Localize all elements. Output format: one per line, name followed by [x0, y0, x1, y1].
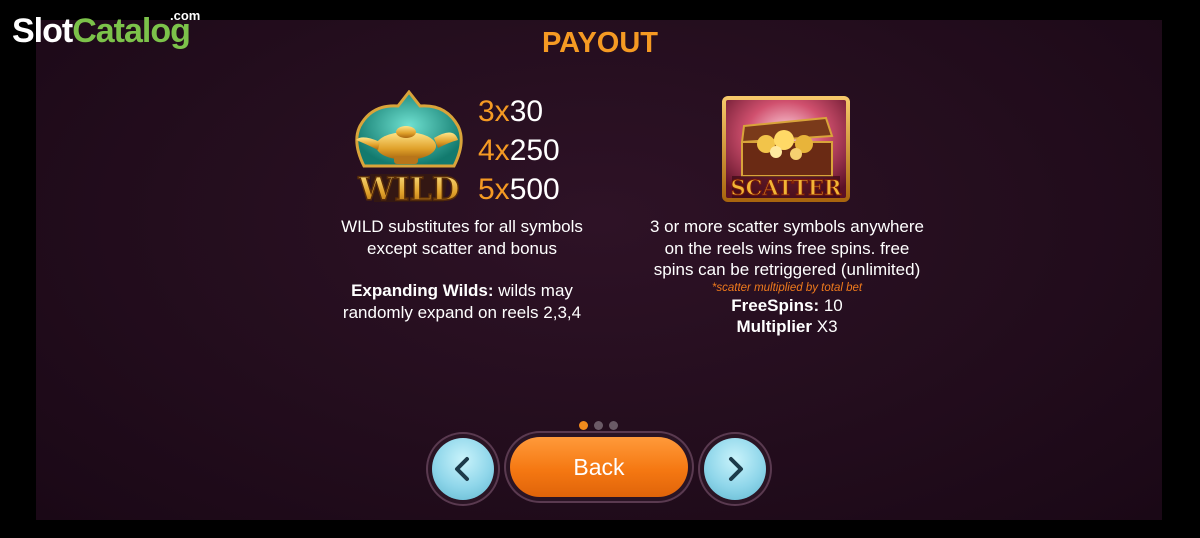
freespins-text: FreeSpins: 10	[731, 295, 843, 315]
previous-page-button[interactable]	[432, 438, 494, 500]
back-button[interactable]: Back	[510, 437, 688, 497]
wild-lamp-icon: WILD	[355, 90, 463, 208]
pay-row: 4x250	[478, 134, 560, 167]
page-indicator	[579, 421, 624, 431]
next-page-button[interactable]	[704, 438, 766, 500]
pay-row: 5x500	[478, 173, 560, 206]
page-dot[interactable]	[609, 421, 618, 430]
page-dot[interactable]	[594, 421, 603, 430]
chevron-left-icon	[455, 457, 469, 481]
wild-description: WILD substitutes for all symbols except …	[312, 216, 612, 323]
scatter-note: *scatter multiplied by total bet	[711, 281, 863, 294]
page-title: PAYOUT	[541, 27, 659, 59]
scatter-treasure-chest-icon: SCATTER	[722, 96, 850, 202]
chevron-right-icon	[729, 457, 743, 481]
expanding-wilds-text: Expanding Wilds: wilds may	[351, 281, 573, 300]
svg-text:SCATTER: SCATTER	[731, 175, 843, 200]
pay-row: 3x30	[478, 95, 544, 128]
page-dot[interactable]	[579, 421, 588, 430]
svg-text:WILD: WILD	[357, 170, 459, 208]
multiplier-text: Multiplier X3	[736, 317, 838, 336]
scatter-description: 3 or more scatter symbols anywhere on th…	[620, 216, 954, 338]
wild-pay-table: 3x30 4x250 5x500	[478, 92, 560, 209]
